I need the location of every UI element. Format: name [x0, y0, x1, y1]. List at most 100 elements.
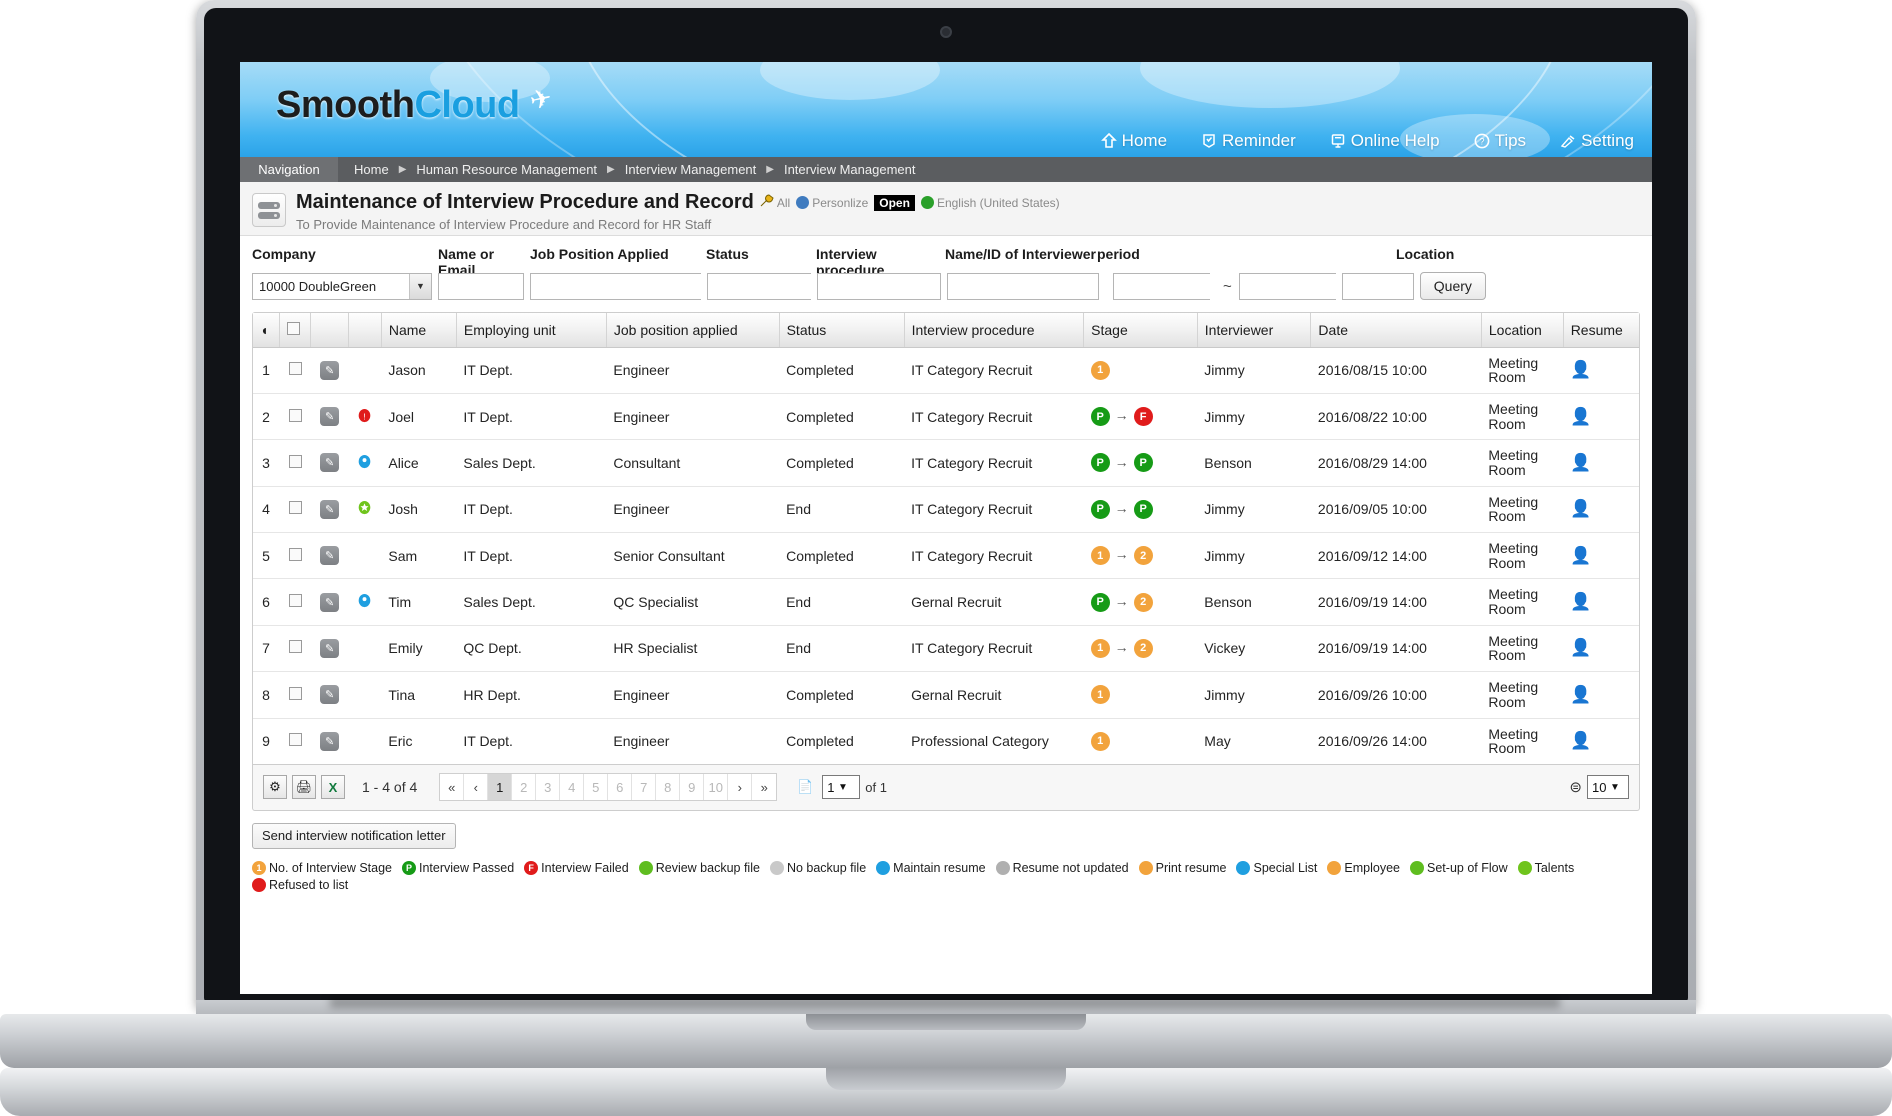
- last-page-button[interactable]: »: [752, 774, 776, 800]
- row-edit-cell[interactable]: ✎: [310, 347, 349, 394]
- row-checkbox-cell[interactable]: [279, 671, 311, 719]
- sort-icon[interactable]: ◖: [260, 322, 268, 338]
- table-row[interactable]: 5 ✎ Sam IT Dept. Senior Consultant Completed I…: [253, 532, 1639, 580]
- send-interview-notification-button[interactable]: Send interview notification letter: [252, 822, 456, 849]
- row-checkbox[interactable]: [288, 686, 302, 700]
- table-row[interactable]: 1 ✎ Jason IT Dept. Engineer Completed IT Categ…: [253, 347, 1639, 394]
- header-resume[interactable]: Resume: [1563, 313, 1639, 348]
- row-checkbox-cell[interactable]: [279, 625, 311, 673]
- page-button-4[interactable]: 4: [560, 774, 585, 801]
- breadcrumb-item-interview-management[interactable]: Interview Management: [625, 162, 757, 177]
- row-edit-cell[interactable]: ✎: [310, 671, 349, 719]
- page-button-7[interactable]: 7: [632, 774, 657, 801]
- job-position-input[interactable]: [531, 273, 714, 299]
- cell-resume[interactable]: 👤: [1563, 578, 1639, 626]
- chevron-down-icon[interactable]: ▼: [835, 776, 852, 798]
- resume-person-icon[interactable]: 👤: [1570, 453, 1591, 472]
- row-flag-cell[interactable]: [348, 718, 381, 764]
- table-row[interactable]: 2 ✎! Joel IT Dept. Engineer Completed IT Categ…: [253, 393, 1639, 441]
- language-link[interactable]: English (United States): [920, 196, 1060, 210]
- cell-resume[interactable]: 👤: [1563, 532, 1639, 580]
- edit-icon[interactable]: ✎: [320, 407, 340, 427]
- settings-gear-button[interactable]: ⚙: [263, 775, 287, 800]
- navigation-button[interactable]: Navigation: [240, 157, 338, 182]
- row-edit-cell[interactable]: ✎: [310, 486, 349, 534]
- row-edit-cell[interactable]: ✎: [310, 625, 349, 673]
- resume-person-icon[interactable]: 👤: [1570, 499, 1591, 518]
- row-edit-cell[interactable]: ✎: [310, 532, 349, 580]
- header-sort-icon-cell[interactable]: ◖: [253, 313, 280, 348]
- resume-person-icon[interactable]: 👤: [1570, 360, 1591, 379]
- topnav-item-online-help[interactable]: Online Help: [1330, 131, 1440, 151]
- query-button[interactable]: Query: [1419, 272, 1486, 300]
- row-edit-cell[interactable]: ✎: [311, 718, 349, 764]
- row-flag-refused-icon[interactable]: !: [357, 408, 372, 426]
- row-checkbox-cell[interactable]: [279, 532, 311, 580]
- cell-resume[interactable]: 👤: [1563, 439, 1639, 487]
- status-badge-open[interactable]: Open: [874, 194, 915, 211]
- row-checkbox[interactable]: [288, 408, 302, 422]
- table-row[interactable]: 4 ✎ Josh IT Dept. Engineer End IT Category Rec…: [253, 486, 1639, 534]
- table-row[interactable]: 3 ✎ Alice Sales Dept. Consultant Completed IT …: [253, 439, 1639, 487]
- cell-resume[interactable]: 👤: [1563, 625, 1639, 673]
- breadcrumb-item-current[interactable]: Interview Management: [784, 162, 916, 177]
- cell-resume[interactable]: 👤: [1563, 347, 1639, 394]
- first-page-button[interactable]: «: [440, 774, 465, 801]
- resume-person-icon[interactable]: 👤: [1570, 592, 1591, 611]
- period-to-group[interactable]: [1238, 272, 1438, 300]
- row-flag-cell[interactable]: [348, 486, 382, 534]
- edit-icon[interactable]: ✎: [320, 360, 340, 380]
- personalize-link[interactable]: Personlize: [796, 196, 868, 210]
- row-edit-cell[interactable]: ✎: [310, 393, 349, 441]
- resume-person-icon[interactable]: 👤: [1570, 638, 1591, 657]
- page-button-5[interactable]: 5: [584, 774, 609, 801]
- row-checkbox-cell[interactable]: [279, 393, 311, 441]
- edit-icon[interactable]: ✎: [320, 638, 340, 658]
- breadcrumb-item-home[interactable]: Home: [354, 162, 389, 177]
- row-flag-cell[interactable]: [348, 347, 382, 394]
- select-all-checkbox[interactable]: [286, 321, 300, 335]
- job-position-input-group[interactable]: ⋯: [530, 272, 728, 300]
- row-flag-cell[interactable]: [348, 625, 382, 673]
- row-flag-cell[interactable]: [348, 439, 382, 487]
- breadcrumb-item-hrm[interactable]: Human Resource Management: [416, 162, 597, 177]
- next-page-button[interactable]: ›: [728, 774, 753, 801]
- header-select-all-cell[interactable]: [279, 313, 312, 348]
- name-or-email-input[interactable]: [438, 272, 524, 300]
- edit-icon[interactable]: ✎: [320, 592, 340, 612]
- page-button-6[interactable]: 6: [608, 774, 633, 801]
- page-jump-select[interactable]: 1 ▼: [822, 775, 861, 800]
- all-link[interactable]: All: [760, 194, 790, 211]
- edit-icon[interactable]: ✎: [320, 453, 340, 473]
- row-flag-special-icon[interactable]: [357, 594, 372, 611]
- header-interviewer[interactable]: Interviewer: [1197, 313, 1312, 348]
- prev-page-button[interactable]: ‹: [464, 774, 489, 801]
- edit-icon[interactable]: ✎: [320, 685, 340, 705]
- edit-icon[interactable]: ✎: [320, 546, 340, 566]
- row-checkbox-cell[interactable]: [279, 486, 311, 534]
- row-edit-cell[interactable]: ✎: [310, 439, 349, 487]
- row-checkbox-cell[interactable]: [279, 578, 311, 626]
- row-checkbox[interactable]: [288, 733, 302, 747]
- chevron-down-icon[interactable]: ▼: [1606, 776, 1623, 798]
- row-checkbox[interactable]: [288, 501, 302, 515]
- location-input[interactable]: [1341, 272, 1414, 300]
- row-checkbox[interactable]: [288, 640, 302, 654]
- header-employing-unit[interactable]: Employing unit: [456, 313, 607, 348]
- row-edit-cell[interactable]: ✎: [310, 578, 349, 626]
- header-stage[interactable]: Stage: [1083, 313, 1198, 348]
- resume-person-icon[interactable]: 👤: [1570, 546, 1591, 565]
- row-checkbox-cell[interactable]: [279, 718, 311, 764]
- row-checkbox[interactable]: [288, 594, 302, 608]
- resume-person-icon[interactable]: 👤: [1570, 731, 1591, 750]
- topnav-item-tips[interactable]: ? Tips: [1474, 131, 1526, 151]
- table-row[interactable]: 6 ✎ Tim Sales Dept. QC Specialist End Gernal R…: [253, 578, 1639, 626]
- header-location[interactable]: Location: [1481, 313, 1564, 348]
- interview-procedure-input[interactable]: [817, 272, 941, 300]
- page-button-2[interactable]: 2: [512, 774, 537, 801]
- row-checkbox[interactable]: [288, 454, 302, 468]
- print-button[interactable]: 🖨: [292, 775, 316, 800]
- app-logo[interactable]: SmoothCloud: [276, 84, 520, 127]
- page-button-1[interactable]: 1: [488, 774, 513, 801]
- topnav-item-setting[interactable]: Setting: [1560, 131, 1634, 151]
